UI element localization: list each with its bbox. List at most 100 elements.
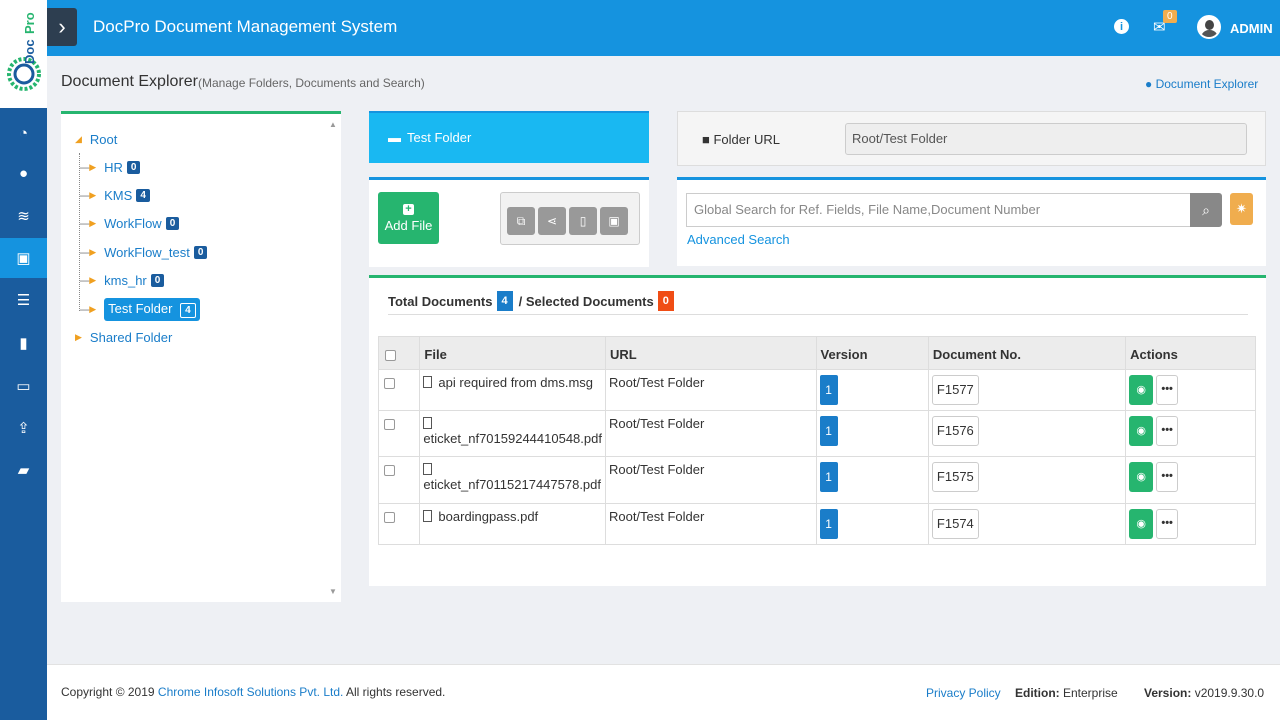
column-header-url[interactable]: URL: [604, 336, 817, 370]
tree-node-workflow-test[interactable]: ─ ▶ WorkFlow_test 0: [80, 245, 208, 260]
column-header-file[interactable]: File: [419, 336, 606, 370]
count-badge: 0: [165, 217, 180, 230]
column-header-version[interactable]: Version: [815, 336, 929, 370]
caret-right-icon: ▶: [89, 247, 97, 257]
table-row: eticket_nf70115217447578.pdf Root/Test F…: [377, 456, 1256, 504]
privacy-policy-link[interactable]: Privacy Policy: [926, 686, 1001, 700]
folder-icon[interactable]: ▭: [0, 366, 47, 406]
tree-node-workflow[interactable]: ─ ▶ WorkFlow 0: [80, 216, 180, 231]
table-row: boardingpass.pdf Root/Test Folder 1 F157…: [377, 503, 1256, 545]
database-icon[interactable]: ≋: [0, 196, 47, 236]
pdf-file-icon: [423, 417, 433, 429]
tree-node-label: Shared Folder: [89, 330, 173, 345]
more-actions-button[interactable]: •••: [1156, 416, 1179, 446]
view-button[interactable]: ◉: [1129, 462, 1154, 492]
more-actions-button[interactable]: •••: [1156, 509, 1179, 539]
tree-node-root[interactable]: ◢ Root: [75, 132, 117, 147]
notification-count-badge: 0: [1163, 10, 1177, 23]
view-button[interactable]: ◉: [1129, 375, 1154, 405]
user-icon[interactable]: ●: [0, 153, 47, 193]
document-tools-panel: + Add File ⧉ ⋖ ▯ ▣: [369, 177, 649, 267]
count-badge: 0: [126, 161, 141, 174]
plus-icon: +: [403, 203, 414, 215]
company-link[interactable]: Chrome Infosoft Solutions Pvt. Ltd.: [158, 685, 343, 699]
caret-right-icon: ▶: [89, 304, 97, 314]
total-count-badge: 4: [496, 291, 513, 311]
file-cell[interactable]: api required from dms.msg: [419, 369, 606, 411]
global-search-input[interactable]: Global Search for Ref. Fields, File Name…: [686, 193, 1191, 227]
select-all-checkbox[interactable]: [385, 350, 396, 361]
version-badge[interactable]: 1: [819, 509, 838, 539]
row-checkbox[interactable]: [384, 465, 395, 476]
folder-open-icon: ▬: [388, 130, 401, 145]
divider: [388, 314, 1248, 315]
view-button[interactable]: ◉: [1129, 416, 1154, 446]
url-cell: Root/Test Folder: [604, 503, 817, 545]
caret-right-icon: ▶: [89, 162, 97, 172]
tree-node-label: HR: [104, 160, 123, 175]
version-info: Version: v2019.9.30.0: [1144, 686, 1265, 700]
dashboard-icon[interactable]: ◔: [0, 113, 47, 153]
documents-panel: Total Documents 4 / Selected Documents 0…: [369, 275, 1266, 586]
share-button[interactable]: ⋖: [538, 207, 566, 235]
upload-icon[interactable]: ⇪: [0, 408, 47, 448]
tree-node-kms[interactable]: ─ ▶ KMS 4: [80, 188, 150, 203]
caret-right-icon: ▶: [89, 190, 97, 200]
add-file-button[interactable]: + Add File: [378, 192, 439, 244]
tree-node-hr[interactable]: ─ ▶ HR 0: [80, 160, 141, 175]
tree-node-label: WorkFlow_test: [104, 245, 190, 260]
tree-node-shared-folder[interactable]: ▶ Shared Folder: [75, 330, 172, 345]
count-badge: 0: [193, 246, 208, 259]
top-bar: › DocPro Document Management System i ✉ …: [47, 0, 1280, 56]
row-checkbox[interactable]: [384, 512, 395, 523]
file-cell[interactable]: boardingpass.pdf: [419, 503, 606, 545]
version-badge[interactable]: 1: [819, 462, 838, 492]
left-sidebar: Doc Pro ◔ ● ≋ ▣ ☰ ▮ ▭ ⇪ ▰: [0, 0, 47, 720]
copy-button[interactable]: ⧉: [507, 207, 535, 235]
move-button[interactable]: ▣: [600, 207, 628, 235]
folder-url-panel: ■ Folder URL Root/Test Folder: [677, 111, 1266, 166]
file-cell[interactable]: eticket_nf70159244410548.pdf: [419, 410, 606, 457]
advanced-search-link[interactable]: Advanced Search: [687, 232, 790, 247]
version-badge[interactable]: 1: [819, 416, 838, 446]
more-actions-button[interactable]: •••: [1156, 462, 1179, 492]
selected-count-badge: 0: [657, 291, 674, 311]
breadcrumb[interactable]: ● Document Explorer: [1145, 77, 1258, 91]
count-badge: 4: [136, 189, 150, 202]
list-icon[interactable]: ☰: [0, 280, 47, 320]
sidebar-toggle-button[interactable]: ›: [47, 8, 77, 46]
row-checkbox[interactable]: [384, 419, 395, 430]
tree-node-label: kms_hr: [104, 273, 147, 288]
more-actions-button[interactable]: •••: [1156, 375, 1179, 405]
docpro-logo[interactable]: Doc Pro: [0, 0, 47, 108]
tree-node-selected: Test Folder 4: [104, 298, 200, 321]
version-badge[interactable]: 1: [819, 375, 838, 405]
folder-url-field[interactable]: Root/Test Folder: [845, 123, 1247, 155]
file-cell[interactable]: eticket_nf70115217447578.pdf: [419, 456, 606, 504]
row-checkbox[interactable]: [384, 378, 395, 389]
caret-right-icon: ▶: [89, 218, 97, 228]
column-header-document-no[interactable]: Document No.: [927, 336, 1127, 370]
tree-node-test-folder[interactable]: ─ ▶ Test Folder 4: [80, 298, 200, 321]
briefcase-icon[interactable]: ▣: [0, 238, 47, 278]
tree-node-label: Test Folder: [108, 301, 173, 316]
user-name[interactable]: ADMIN: [1230, 21, 1273, 36]
search-button[interactable]: ⌕: [1190, 193, 1222, 227]
url-cell: Root/Test Folder: [604, 369, 817, 411]
search-settings-button[interactable]: ✷: [1230, 193, 1253, 225]
book-icon[interactable]: ▰: [0, 450, 47, 490]
file-icon: [423, 376, 433, 388]
count-badge: 4: [180, 303, 196, 318]
tree-scrollbar[interactable]: ▲ ▼: [326, 114, 341, 602]
delete-button[interactable]: ▯: [569, 207, 597, 235]
pdf-file-icon: [423, 510, 433, 522]
user-avatar[interactable]: [1197, 15, 1221, 39]
tree-node-kms-hr[interactable]: ─ ▶ kms_hr 0: [80, 273, 165, 288]
folder-icon: ■: [702, 132, 710, 147]
document-number: F1577: [931, 375, 979, 405]
current-folder-header: ▬ Test Folder: [369, 111, 649, 163]
view-button[interactable]: ◉: [1129, 509, 1154, 539]
caret-right-icon: ▶: [75, 332, 82, 342]
bookmark-icon[interactable]: ▮: [0, 323, 47, 363]
info-icon[interactable]: i: [1114, 19, 1129, 34]
